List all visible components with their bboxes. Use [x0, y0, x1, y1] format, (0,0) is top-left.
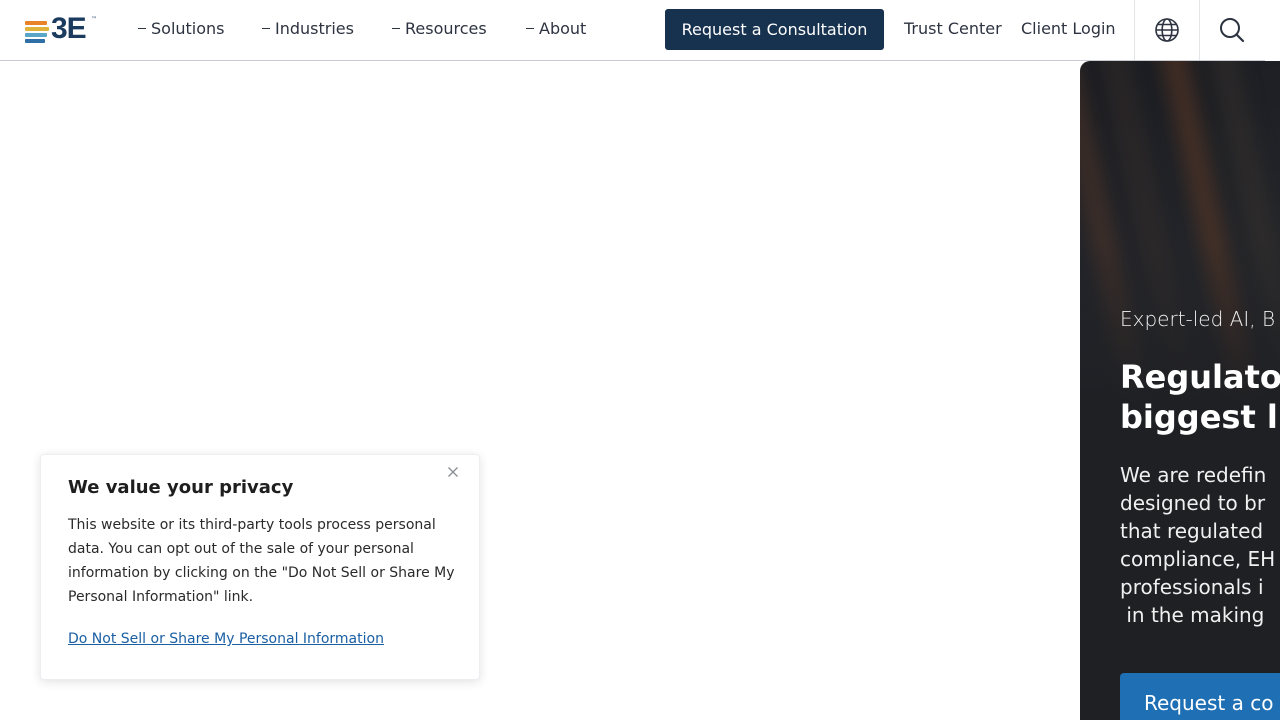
request-consultation-button[interactable]: Request a Consultation	[665, 9, 884, 50]
hero-title: Regulato biggest l	[1120, 357, 1280, 437]
nav-item-solutions[interactable]: Solutions	[138, 19, 225, 38]
hero-panel: Expert-led AI, B Regulato biggest l We a…	[1080, 61, 1280, 720]
nav-dash-icon	[138, 27, 146, 30]
privacy-body: This website or its third-party tools pr…	[68, 517, 455, 605]
hero-body-line: professionals i	[1120, 575, 1264, 599]
nav-item-label: Resources	[405, 19, 487, 38]
brand-logo[interactable]: 3E ™	[25, 12, 97, 45]
nav-item-industries[interactable]: Industries	[262, 19, 354, 38]
nav-item-about[interactable]: About	[526, 19, 586, 38]
do-not-sell-link[interactable]: Do Not Sell or Share My Personal Informa…	[68, 631, 384, 647]
nav-item-label: Industries	[275, 19, 354, 38]
hero-body-line: designed to br	[1120, 491, 1266, 515]
nav-dash-icon	[392, 27, 400, 30]
privacy-title: We value your privacy	[68, 477, 294, 498]
nav-item-label: About	[539, 19, 587, 38]
client-login-link[interactable]: Client Login	[1021, 19, 1116, 38]
logo-text: 3E	[51, 12, 87, 45]
hero-body-line: compliance, EH	[1120, 547, 1276, 571]
logo-bar-lightblue	[25, 33, 47, 37]
hero-title-line: biggest l	[1120, 398, 1278, 436]
logo-bar-blue	[25, 39, 45, 43]
logo-bar-yellow	[25, 27, 49, 31]
privacy-close-button[interactable]	[445, 464, 461, 480]
hero-body-line: We are redefin	[1120, 463, 1267, 487]
hero-request-button[interactable]: Request a co	[1120, 673, 1280, 720]
privacy-popup: We value your privacy This website or it…	[40, 454, 480, 680]
nav-dash-icon	[262, 27, 270, 30]
hero-title-line: Regulato	[1120, 358, 1280, 396]
logo-trademark: ™	[91, 16, 97, 23]
hero-eyebrow: Expert-led AI, B	[1120, 307, 1276, 331]
search-icon	[1220, 18, 1245, 43]
language-selector[interactable]	[1134, 0, 1199, 60]
logo-bars-icon	[25, 18, 49, 43]
globe-icon	[1155, 18, 1179, 42]
hero-body-line: that regulated	[1120, 519, 1264, 543]
trust-center-link[interactable]: Trust Center	[904, 19, 1002, 38]
nav-dash-icon	[526, 27, 534, 30]
close-icon	[448, 467, 458, 477]
nav-item-resources[interactable]: Resources	[392, 19, 487, 38]
site-header: 3E ™ Solutions Industries Resources Abou…	[0, 0, 1265, 61]
hero-body-line: in the making	[1120, 603, 1265, 627]
search-button[interactable]	[1199, 0, 1264, 60]
logo-bar-orange	[25, 21, 47, 25]
nav-item-label: Solutions	[151, 19, 225, 38]
hero-body: We are redefin designed to br that regul…	[1120, 461, 1275, 629]
